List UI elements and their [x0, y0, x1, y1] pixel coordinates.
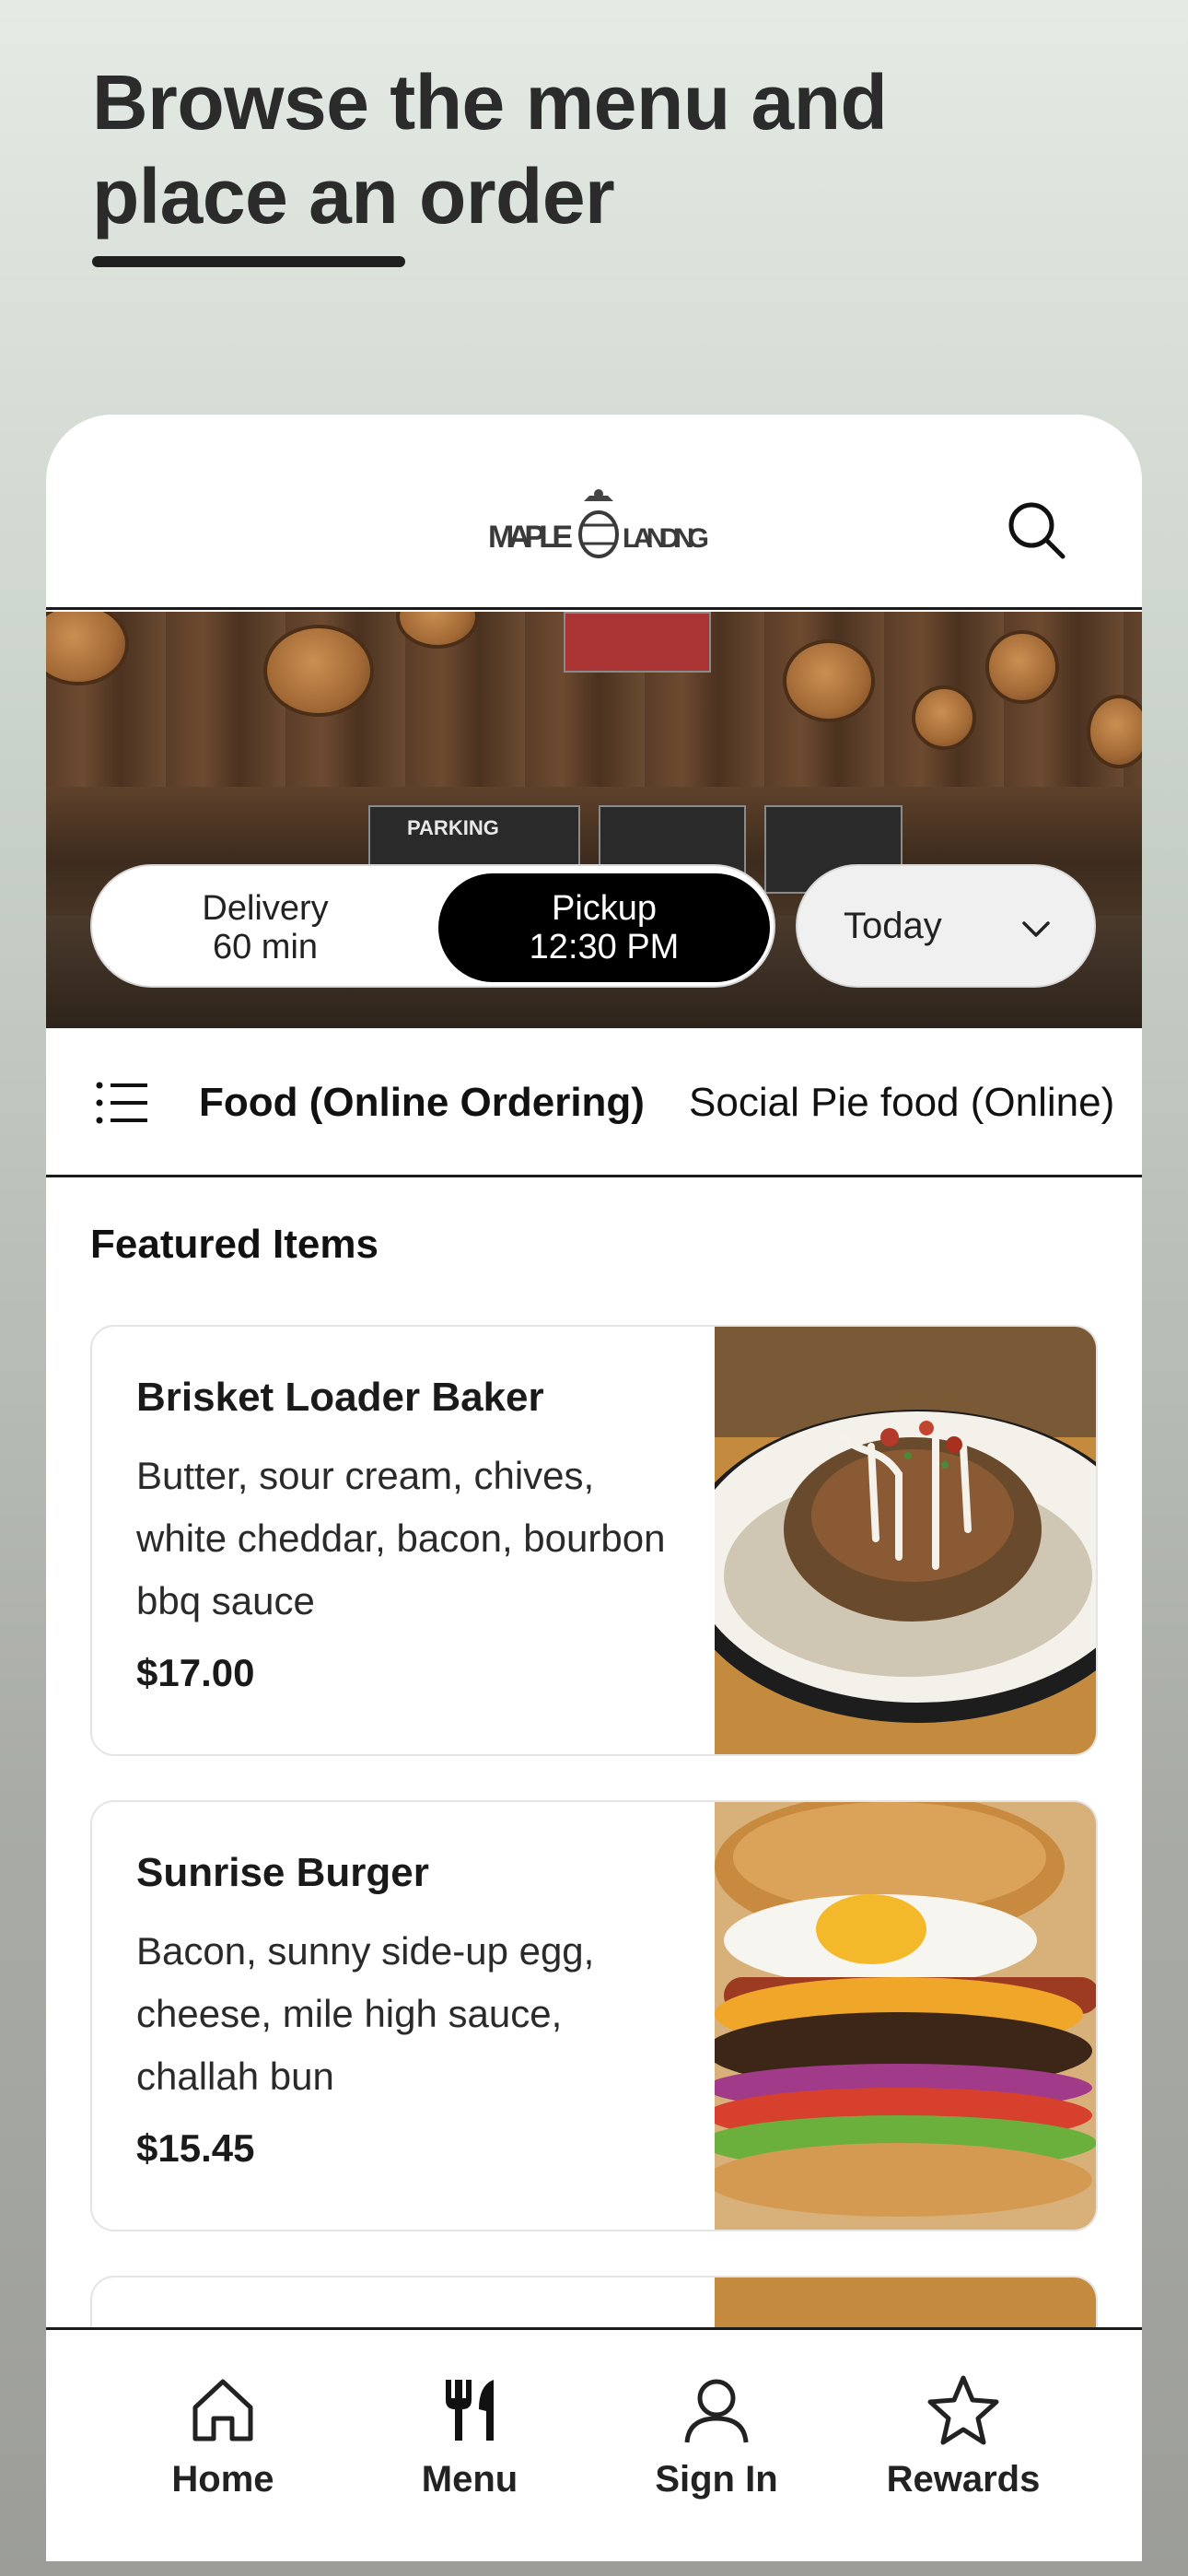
tab-social-pie-food[interactable]: Social Pie food (Online) [689, 1072, 1142, 1133]
search-icon[interactable] [1004, 498, 1068, 562]
menu-item-image [715, 2277, 1096, 2331]
headline-underline [92, 256, 405, 267]
fork-knife-icon [446, 2380, 494, 2441]
menu-item-image [678, 1327, 1096, 1754]
featured-items-title: Featured Items [90, 1222, 379, 1267]
headline-line-1: Browse the menu and [92, 59, 888, 146]
maple-landing-logo[interactable]: MAPLE LANDING [488, 488, 709, 562]
svg-text:LANDING: LANDING [623, 523, 709, 554]
order-mode-toggle: Delivery 60 min Pickup 12:30 PM [90, 864, 775, 988]
nav-menu[interactable]: Menu [359, 2372, 580, 2529]
menu-item-description: Bacon, sunny side-up egg, cheese, mile h… [136, 1929, 595, 2098]
nav-sign-in-label: Sign In [655, 2459, 778, 2500]
menu-item-card[interactable]: Sunrise Burger Bacon, sunny side-up egg,… [90, 1800, 1098, 2231]
star-icon [927, 2375, 999, 2445]
delivery-label: Delivery [202, 889, 329, 928]
menu-item-description: Butter, sour cream, chives, white chedda… [136, 1454, 666, 1622]
page-headline: Browse the menu and place an order [92, 55, 888, 243]
hero-sign-1: PARKING [407, 816, 499, 839]
svg-text:MAPLE: MAPLE [488, 520, 573, 555]
nav-sign-in[interactable]: Sign In [606, 2372, 827, 2529]
nav-rewards[interactable]: Rewards [853, 2372, 1074, 2529]
nav-home[interactable]: Home [112, 2372, 333, 2529]
pickup-time: 12:30 PM [529, 928, 680, 966]
delivery-time: 60 min [212, 928, 319, 966]
nav-menu-label: Menu [421, 2459, 518, 2500]
bottom-navigation: Home Menu Sign In Rewards [46, 2327, 1142, 2561]
list-icon[interactable] [96, 1080, 147, 1126]
menu-item-price: $17.00 [136, 1651, 255, 1694]
headline-line-2: place an order [92, 153, 615, 240]
pickup-option[interactable]: Pickup 12:30 PM [438, 873, 770, 982]
home-icon [192, 2379, 253, 2441]
menu-item-name: Brisket Loader Baker [136, 1375, 544, 1420]
nav-rewards-label: Rewards [886, 2459, 1041, 2500]
chevron-down-icon [1020, 912, 1052, 943]
user-icon [684, 2379, 749, 2443]
date-select-value: Today [844, 905, 942, 946]
menu-item-name: Sunrise Burger [136, 1850, 429, 1895]
nav-home-label: Home [171, 2459, 274, 2500]
delivery-option[interactable]: Delivery 60 min [99, 873, 431, 982]
date-select[interactable]: Today [796, 864, 1096, 988]
category-tabs: Food (Online Ordering) Social Pie food (… [46, 1028, 1142, 1177]
menu-item-card[interactable]: Brisket Loader Baker Butter, sour cream,… [90, 1325, 1098, 1756]
phone-frame: MAPLE LANDING PARKING Food (Online Order… [46, 415, 1142, 2561]
pickup-label: Pickup [551, 889, 658, 928]
menu-item-card[interactable] [90, 2276, 1098, 2331]
menu-item-price: $15.45 [136, 2126, 255, 2170]
app-header: MAPLE LANDING [46, 415, 1142, 610]
tab-food-online-ordering[interactable]: Food (Online Ordering) [199, 1072, 645, 1133]
menu-item-image [701, 1802, 1096, 2230]
